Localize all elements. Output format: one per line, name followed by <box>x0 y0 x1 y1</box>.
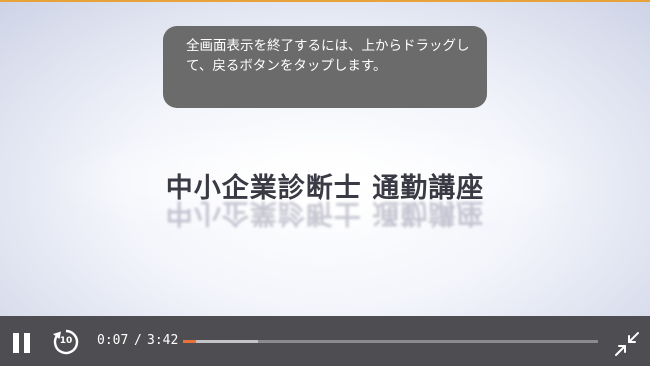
duration: 3:42 <box>147 333 179 348</box>
replay-seconds-label: 10 <box>59 336 73 346</box>
replay-10-button[interactable]: 10 <box>52 328 80 356</box>
seek-bar[interactable] <box>183 340 598 343</box>
pause-button[interactable] <box>12 333 32 353</box>
exit-fullscreen-icon <box>615 332 639 356</box>
fullscreen-exit-toast: 全画面表示を終了するには、上からドラッグして、戻るボタンをタップします。 <box>163 26 487 108</box>
time-separator: / <box>134 333 142 348</box>
video-frame[interactable]: 中小企業診断士 通勤講座 中小企業診断士 通勤講座 全画面表示を終了するには、上… <box>0 0 650 316</box>
progress-fill <box>183 340 197 343</box>
video-title-reflection: 中小企業診断士 通勤講座 <box>165 197 485 228</box>
current-time: 0:07 <box>97 333 129 348</box>
pause-icon <box>13 333 19 353</box>
exit-fullscreen-button[interactable] <box>614 331 640 357</box>
top-edge-line <box>0 0 650 2</box>
